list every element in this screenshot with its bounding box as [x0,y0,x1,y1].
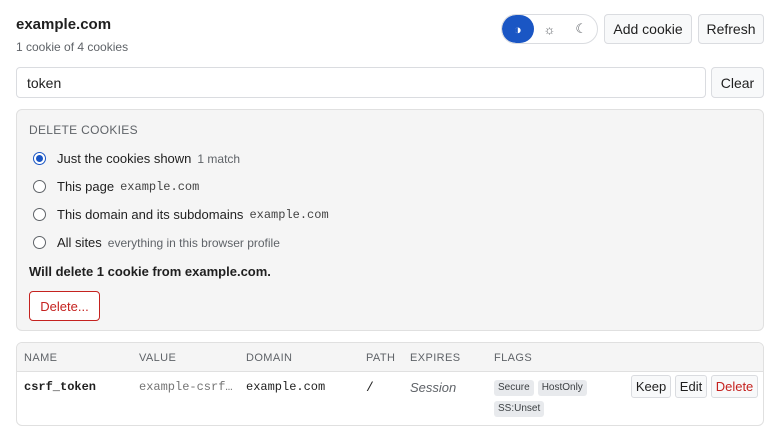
row-delete-button[interactable]: Delete [711,375,758,398]
radio-button[interactable] [33,208,46,221]
delete-summary: Will delete 1 cookie from example.com. [29,264,271,279]
add-cookie-button[interactable]: Add cookie [604,14,692,44]
cookie-path: / [366,380,374,395]
option-label: This domain and its subdomains [57,207,244,222]
site-title: example.com [16,16,112,33]
clear-button[interactable]: Clear [711,67,764,98]
sun-icon: ☼ [543,21,556,37]
cookie-value: example-csrf… [139,380,233,394]
radio-button[interactable] [33,236,46,249]
theme-auto-button[interactable]: ◑ [502,15,534,43]
moon-icon: ☾ [575,21,587,36]
delete-button[interactable]: Delete... [29,291,100,321]
option-shown-cookies[interactable]: Just the cookies shown 1 match [33,151,240,166]
option-label: Just the cookies shown [57,151,192,166]
option-domain: example.com [120,179,200,194]
radio-button[interactable] [33,152,46,165]
column-header-value: VALUE [139,352,177,364]
theme-dark-button[interactable]: ☾ [565,15,597,43]
option-hint: 1 match [197,151,241,166]
column-header-domain: DOMAIN [246,352,293,364]
option-label: All sites [57,235,102,250]
flag-badge: Secure [494,380,534,396]
cookie-count: 1 cookie of 4 cookies [16,40,129,54]
theme-toggle: ◑ ☼ ☾ [501,14,598,44]
column-header-flags: FLAGS [494,352,533,364]
option-domain-subdomains[interactable]: This domain and its subdomains example.c… [33,207,329,222]
contrast-icon: ◑ [513,21,522,37]
cookie-name: csrf_token [24,380,97,394]
cookie-domain: example.com [246,380,326,394]
column-header-expires: EXPIRES [410,352,461,364]
radio-button[interactable] [33,180,46,193]
keep-button[interactable]: Keep [631,375,671,398]
column-header-name: NAME [24,352,58,364]
delete-cookies-panel: DELETE COOKIES Just the cookies shown 1 … [16,109,764,331]
panel-title: DELETE COOKIES [29,123,138,137]
cookie-flags: Secure HostOnly SS:Unset [494,380,624,417]
cookie-expires: Session [410,380,457,395]
flag-badge: SS:Unset [494,401,545,417]
option-this-page[interactable]: This page example.com [33,179,199,194]
table-header: NAME VALUE DOMAIN PATH EXPIRES FLAGS [17,343,763,372]
theme-light-button[interactable]: ☼ [534,15,566,43]
filter-input[interactable] [16,67,706,98]
option-hint: everything in this browser profile [107,235,280,250]
option-all-sites[interactable]: All sites everything in this browser pro… [33,235,280,250]
refresh-button[interactable]: Refresh [698,14,764,44]
option-label: This page [57,179,115,194]
cookie-table: NAME VALUE DOMAIN PATH EXPIRES FLAGS csr… [16,342,764,426]
column-header-path: PATH [366,352,396,364]
edit-button[interactable]: Edit [675,375,707,398]
option-domain: example.com [249,207,329,222]
flag-badge: HostOnly [537,380,587,396]
